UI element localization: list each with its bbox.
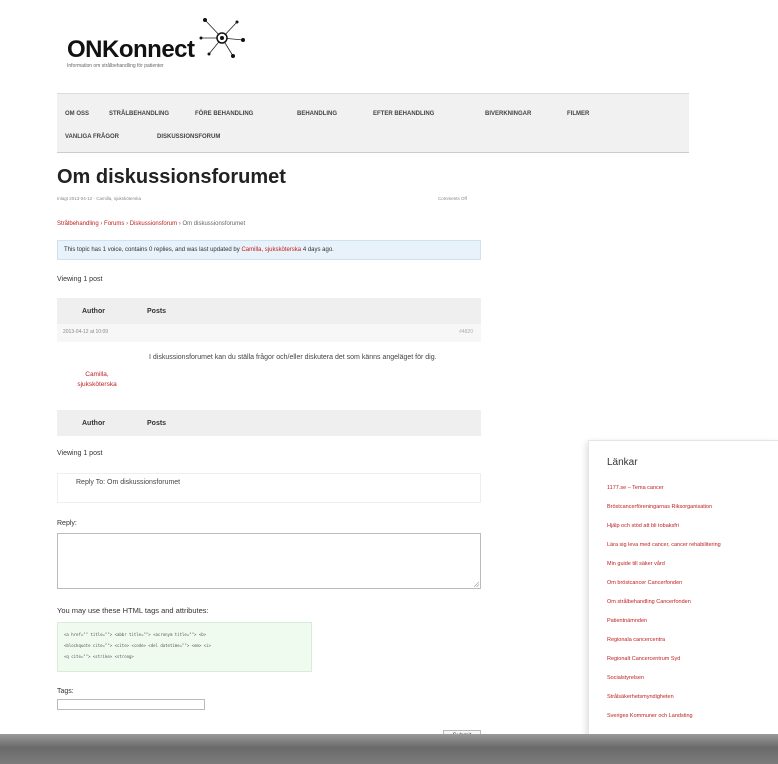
code-line: <q cite=""> <strike> <strong> [64, 654, 134, 659]
breadcrumb: Strålbehandling › Forums › Diskussionsfo… [57, 221, 245, 227]
nav-item-om-oss[interactable]: OM OSS [65, 111, 89, 117]
reply-fieldset: Reply To: Om diskussionsforumet [57, 473, 481, 503]
resize-handle-icon[interactable] [473, 581, 479, 587]
post-date: 2013-04-12 at 10:09 [63, 329, 109, 335]
sidebar-link[interactable]: Regionala cancercentra [607, 637, 665, 643]
column-posts: Posts [147, 420, 167, 427]
sidebar-link[interactable]: Om strålbehandling Cancerfonden [607, 599, 691, 605]
post-content: I diskussionsforumet kan du ställa frågo… [149, 354, 437, 361]
bottom-overlay-bar [0, 734, 778, 764]
post-permalink[interactable]: #4820 [459, 329, 473, 335]
viewing-count: Viewing 1 post [57, 276, 103, 283]
code-line: <blockquote cite=""> <cite> <code> <del … [64, 643, 211, 648]
notice-suffix: 4 days ago. [302, 247, 334, 253]
page-title: Om diskussionsforumet [57, 166, 286, 188]
post-meta: Inlagt 2013-04-12 - Camilla, sjuksköters… [57, 196, 142, 201]
site-tagline: Information om strålbehandling för patie… [67, 63, 164, 69]
site-logo-title[interactable]: ONKonnect [67, 36, 195, 64]
notice-author-link[interactable]: Camilla, sjuksköterska [241, 247, 301, 253]
column-author: Author [82, 420, 105, 427]
sidebar-link[interactable]: Socialstyrelsen [607, 675, 644, 681]
breadcrumb-current: Om diskussionsforumet [182, 221, 246, 227]
column-author: Author [82, 308, 105, 315]
sidebar-link[interactable]: Patientnämnden [607, 618, 647, 624]
posts-table-header: Author Posts [57, 298, 481, 324]
reply-heading: Reply To: Om diskussionsforumet [76, 479, 181, 486]
sidebar-link[interactable]: Lära sig leva med cancer, cancer rehabil… [607, 542, 721, 548]
reply-textarea[interactable] [57, 533, 481, 589]
breadcrumb-link-forums[interactable]: Forums [104, 221, 124, 227]
post-author-link[interactable]: Camilla, sjuksköterska [67, 370, 127, 390]
sidebar-link[interactable]: Sveriges Kommuner och Landsting [607, 713, 693, 719]
sidebar-link[interactable]: 1177.se – Tema cancer [607, 485, 664, 491]
nav-item-diskussionsforum[interactable]: DISKUSSIONSFORUM [157, 134, 220, 140]
sidebar-link[interactable]: Min guide till säker vård [607, 561, 665, 567]
comments-status: Comments Off [438, 196, 467, 201]
sidebar-link[interactable]: Bröstcancerföreningarnas Riksorganisatio… [607, 504, 712, 510]
breadcrumb-link-stralbehandling[interactable]: Strålbehandling [57, 221, 99, 227]
nav-item-fore-behandling[interactable]: FÖRE BEHANDLING [195, 111, 253, 117]
sidebar-link[interactable]: Regionalt Cancercentrum Syd [607, 656, 680, 662]
nav-item-filmer[interactable]: FILMER [567, 111, 589, 117]
nav-item-stralbehandling[interactable]: STRÅLBEHANDLING [109, 111, 169, 117]
tags-label: Tags: [57, 688, 74, 695]
molecule-logo-icon [199, 18, 245, 58]
allowed-tags-code: <a href="" title=""> <abbr title=""> <ac… [57, 622, 312, 672]
column-posts: Posts [147, 308, 167, 315]
code-line: <a href="" title=""> <abbr title=""> <ac… [64, 632, 207, 637]
viewing-count-bottom: Viewing 1 post [57, 450, 103, 457]
post-row: Camilla, sjuksköterska I diskussionsforu… [57, 342, 481, 410]
sidebar-link[interactable]: Strålsäkerhetsmyndigheten [607, 694, 674, 700]
tags-input[interactable] [57, 699, 205, 710]
site-header: ONKonnect Information om strålbehandling… [57, 8, 689, 78]
sidebar-link[interactable]: Om bröstcancer Cancerfonden [607, 580, 682, 586]
sidebar-link[interactable]: Hjälp och stöd att bli tobaksfri [607, 523, 679, 529]
breadcrumb-link-diskussionsforum[interactable]: Diskussionsforum [130, 221, 177, 227]
nav-item-efter-behandling[interactable]: EFTER BEHANDLING [373, 111, 434, 117]
nav-item-biverkningar[interactable]: BIVERKNINGAR [485, 111, 531, 117]
sidebar-title: Länkar [607, 457, 638, 468]
notice-prefix: This topic has 1 voice, contains 0 repli… [64, 247, 240, 253]
post-date-row: 2013-04-12 at 10:09 #4820 [57, 324, 481, 342]
allowed-tags-heading: You may use these HTML tags and attribut… [57, 606, 209, 615]
posts-table-footer: Author Posts [57, 410, 481, 436]
main-navigation: OM OSS STRÅLBEHANDLING FÖRE BEHANDLING B… [57, 93, 689, 153]
topic-info-notice: This topic has 1 voice, contains 0 repli… [57, 240, 481, 260]
reply-label: Reply: [57, 520, 77, 527]
nav-item-behandling[interactable]: BEHANDLING [297, 111, 337, 117]
nav-item-vanliga-fragor[interactable]: VANLIGA FRÅGOR [65, 134, 119, 140]
links-sidebar: Länkar 1177.se – Tema cancer Bröstcancer… [588, 440, 778, 741]
